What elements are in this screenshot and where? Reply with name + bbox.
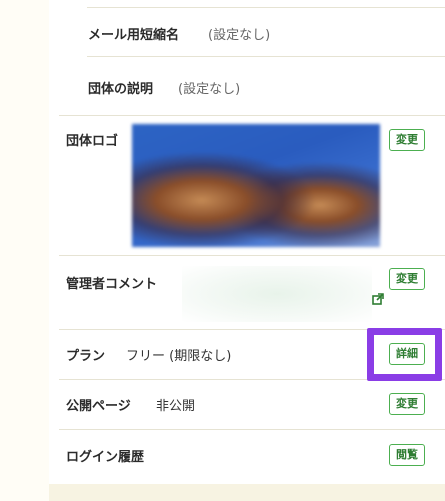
email-short-name-row: メール用短縮名 (設定なし) [87,8,445,57]
change-logo-button[interactable]: 変更 [389,129,425,151]
top-row-fragment [87,0,445,8]
panel-footer-bg [49,484,445,501]
admin-comment-content [182,266,372,322]
login-history-row: ログイン履歴 閲覧 [59,430,445,484]
email-short-name-value: (設定なし) [208,28,271,43]
group-description-label: 団体の説明 [88,82,154,97]
group-description-value: (設定なし) [178,82,241,97]
public-page-label: 公開ページ [66,399,131,414]
public-page-row: 公開ページ 非公開 変更 [59,380,445,430]
external-link-icon[interactable] [372,293,384,305]
plan-details-button[interactable]: 詳細 [389,343,425,365]
change-public-page-button[interactable]: 変更 [389,393,425,415]
plan-value: フリー (期限なし) [126,349,232,364]
public-page-value: 非公開 [156,399,196,414]
left-strip [0,0,49,501]
group-logo-label: 団体ロゴ [66,134,119,149]
plan-details-highlight: 詳細 [367,328,442,381]
plan-label: プラン [66,349,106,364]
email-short-name-label: メール用短縮名 [88,28,180,43]
group-description-row: 団体の説明 (設定なし) [87,57,445,115]
admin-comment-label: 管理者コメント [66,277,158,292]
view-login-history-button[interactable]: 閲覧 [389,444,425,466]
change-admin-comment-button[interactable]: 変更 [389,268,425,290]
login-history-label: ログイン履歴 [66,450,145,465]
group-logo-image [132,124,380,247]
